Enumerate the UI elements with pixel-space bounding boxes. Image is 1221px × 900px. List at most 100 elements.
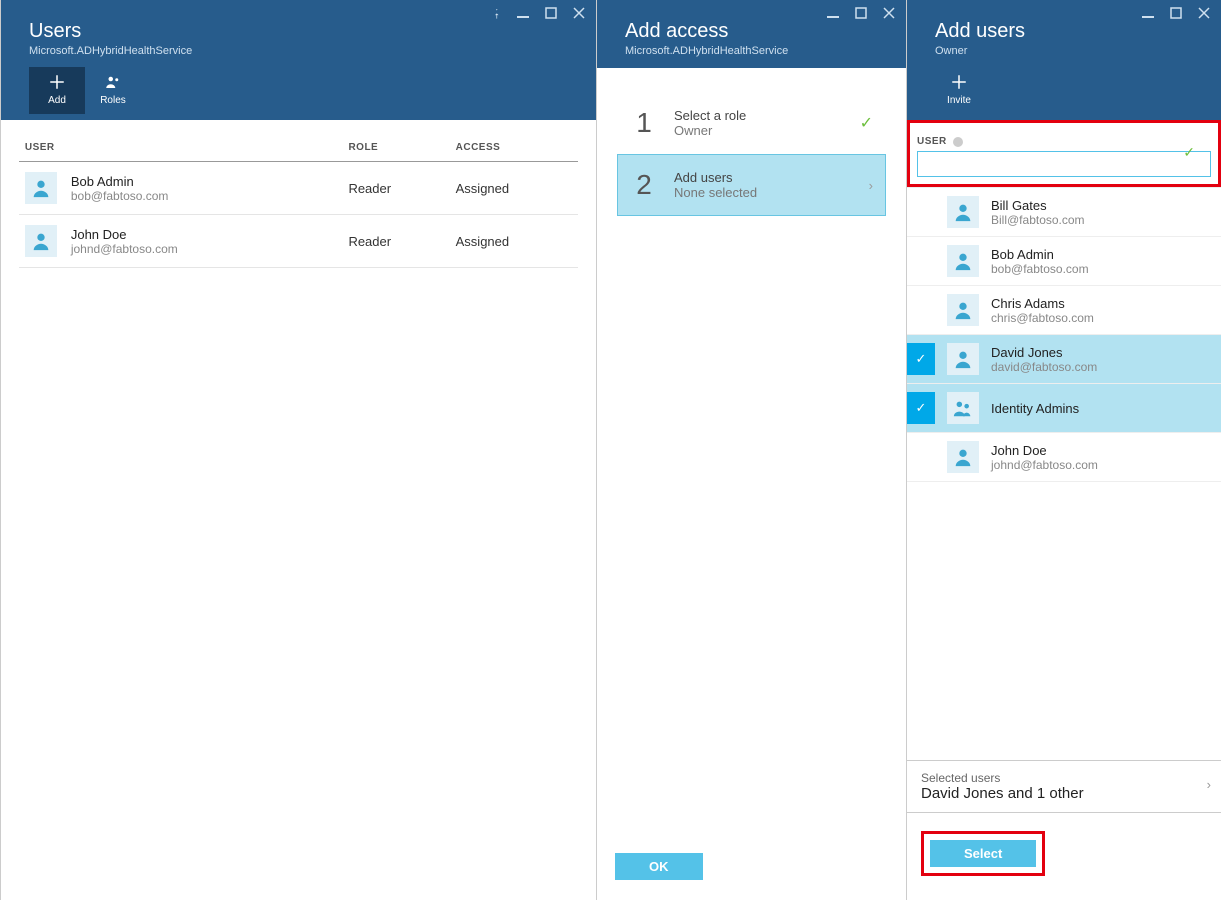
minimize-icon[interactable] [516,6,530,20]
avatar [947,196,979,228]
check-icon: ✓ [860,113,873,133]
user-field-label: USER [917,136,947,147]
user-name: John Doe [71,227,178,242]
avatar [25,172,57,204]
users-blade-body: USER ROLE ACCESS Bob Adminbob@fabtoso.co… [1,120,596,900]
add-access-blade: Add access Microsoft.ADHybridHealthServi… [596,0,906,900]
user-name: Bob Admin [71,174,169,189]
col-access: ACCESS [450,134,579,162]
step-title: Select a role [674,108,746,123]
user-name: David Jones [991,345,1213,360]
users-blade-subtitle: Microsoft.ADHybridHealthService [29,45,582,57]
maximize-icon[interactable] [1169,6,1183,20]
users-table: USER ROLE ACCESS Bob Adminbob@fabtoso.co… [19,134,578,268]
check-icon: ✓ [1183,144,1195,161]
user-name: Bob Admin [991,247,1213,262]
user-row[interactable]: Bob Adminbob@fabtoso.com [907,237,1221,286]
wizard-step-1[interactable]: 1 Select a roleOwner ✓ [617,92,886,154]
summary-value: David Jones and 1 other [921,785,1207,802]
user-email: bob@fabtoso.com [71,189,169,203]
user-row[interactable]: ✓ David Jonesdavid@fabtoso.com [907,335,1221,384]
user-email: johnd@fabtoso.com [991,458,1213,472]
step-subtitle: None selected [674,185,757,200]
users-blade: Users Microsoft.ADHybridHealthService Ad… [0,0,596,900]
add-access-subtitle: Microsoft.ADHybridHealthService [625,45,892,57]
summary-label: Selected users [921,771,1207,785]
user-email: bob@fabtoso.com [991,262,1213,276]
select-button[interactable]: Select [930,840,1036,867]
selected-users-summary[interactable]: Selected users David Jones and 1 other › [907,760,1221,812]
close-icon[interactable] [882,6,896,20]
add-button[interactable]: Add [29,67,85,114]
user-row[interactable]: Bill GatesBill@fabtoso.com [907,188,1221,237]
user-name: Identity Admins [991,401,1213,416]
invite-label: Invite [947,95,971,106]
user-role: Reader [342,215,449,268]
col-user: USER [19,134,343,162]
selection-strip [907,196,935,228]
add-label: Add [48,95,66,106]
maximize-icon[interactable] [854,6,868,20]
avatar [947,441,979,473]
minimize-icon[interactable] [1141,6,1155,20]
select-highlight: Select [921,831,1045,876]
user-email: chris@fabtoso.com [991,311,1213,325]
ok-button[interactable]: OK [615,853,703,880]
maximize-icon[interactable] [544,6,558,20]
avatar [947,245,979,277]
user-access: Assigned [450,215,579,268]
add-users-subtitle: Owner [935,45,1207,57]
close-icon[interactable] [1197,6,1211,20]
selection-strip: ✓ [907,392,935,424]
pin-icon[interactable] [488,6,502,20]
table-row[interactable]: Bob Adminbob@fabtoso.com ReaderAssigned [19,162,578,215]
add-users-body: USER ✓ Bill GatesBill@fabtoso.comBob Adm… [907,120,1221,900]
user-row[interactable]: ✓ Identity Admins [907,384,1221,433]
avatar [947,392,979,424]
close-icon[interactable] [572,6,586,20]
user-access: Assigned [450,162,579,215]
add-access-title: Add access [625,20,892,43]
selection-strip [907,441,935,473]
user-row[interactable]: Chris Adamschris@fabtoso.com [907,286,1221,335]
add-users-title: Add users [935,20,1207,43]
step-subtitle: Owner [674,123,746,138]
selection-strip [907,245,935,277]
add-access-header: Add access Microsoft.ADHybridHealthServi… [597,0,906,68]
roles-button[interactable]: Roles [85,67,141,114]
users-blade-header: Users Microsoft.ADHybridHealthService Ad… [1,0,596,120]
wizard-step-2[interactable]: 2Add usersNone selected› [617,154,886,216]
col-role: ROLE [342,134,449,162]
selection-strip: ✓ [907,343,935,375]
plus-icon [48,73,66,91]
user-role: Reader [342,162,449,215]
user-email: Bill@fabtoso.com [991,213,1213,227]
chevron-right-icon: › [1207,777,1211,792]
info-icon[interactable] [953,137,963,147]
user-search-area: USER ✓ [907,120,1221,187]
add-users-blade: Add users Owner Invite USER ✓ Bill Gates… [906,0,1221,900]
minimize-icon[interactable] [826,6,840,20]
avatar [25,225,57,257]
user-name: John Doe [991,443,1213,458]
avatar [947,294,979,326]
selected-users-highlight: ✓ David Jonesdavid@fabtoso.com ✓ Identity A… [907,335,1221,433]
roles-icon [104,73,122,91]
selection-strip [907,294,935,326]
step-title: Add users [674,170,757,185]
add-users-header: Add users Owner Invite [907,0,1221,120]
user-email: johnd@fabtoso.com [71,242,178,256]
user-name: Chris Adams [991,296,1213,311]
plus-icon [950,73,968,91]
avatar [947,343,979,375]
users-blade-title: Users [29,20,582,43]
invite-button[interactable]: Invite [935,67,983,114]
table-row[interactable]: John Doejohnd@fabtoso.com ReaderAssigned [19,215,578,268]
step-number: 1 [632,107,656,139]
user-email: david@fabtoso.com [991,360,1213,374]
chevron-right-icon: › [869,178,873,193]
user-list: Bill GatesBill@fabtoso.comBob Adminbob@f… [907,187,1221,760]
user-search-input[interactable] [917,151,1211,177]
user-row[interactable]: John Doejohnd@fabtoso.com [907,433,1221,482]
user-name: Bill Gates [991,198,1213,213]
